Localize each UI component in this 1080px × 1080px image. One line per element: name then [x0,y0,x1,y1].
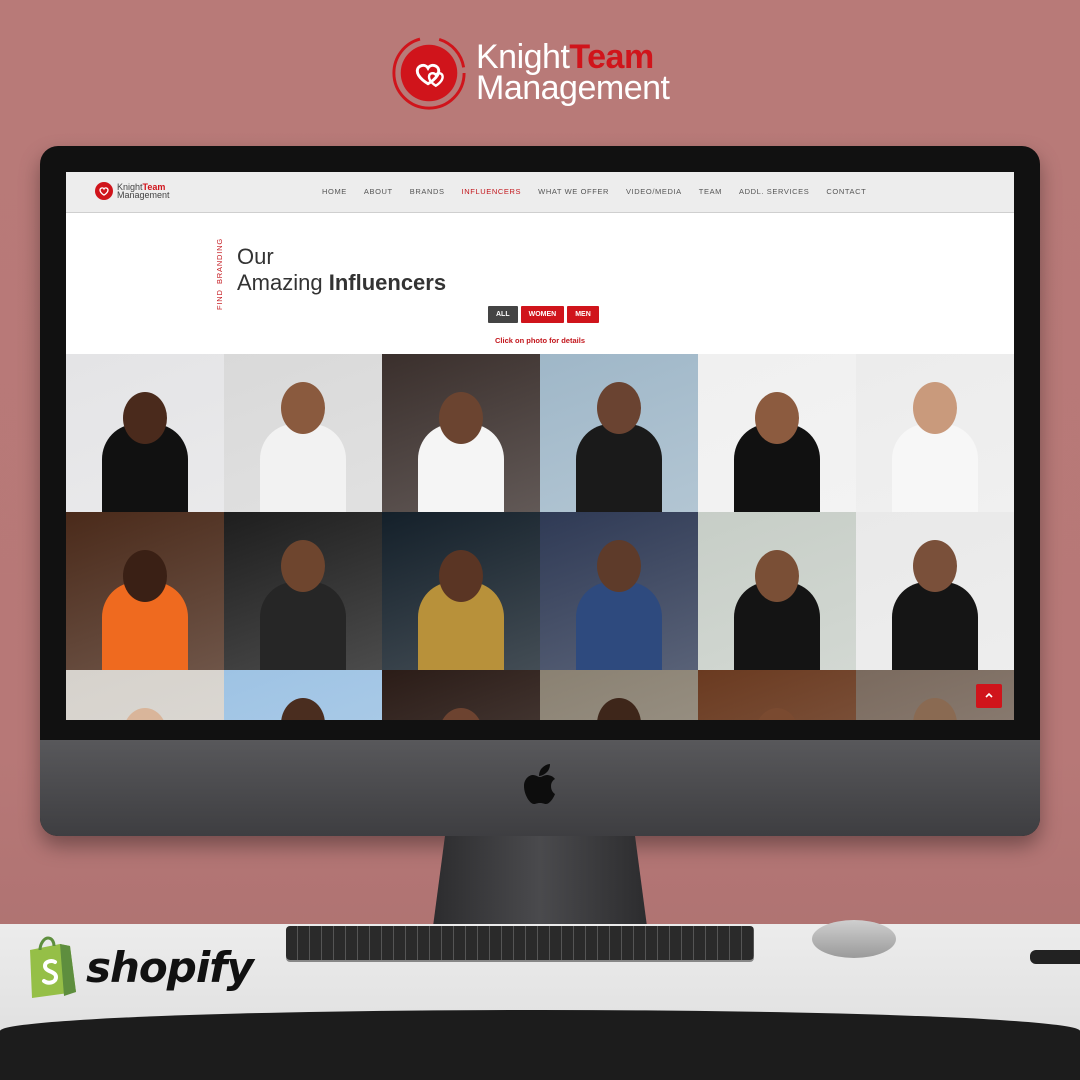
influencer-photo[interactable] [382,670,540,720]
nav-team[interactable]: TEAM [699,187,722,196]
brand-logo: KnightTeam Management [390,34,670,112]
influencer-photo[interactable] [856,354,1014,512]
nav-home[interactable]: HOME [322,187,347,196]
title-line-2-light: Amazing [237,270,323,295]
influencer-photo[interactable] [66,670,224,720]
side-tag: FIND BRANDING [215,238,227,310]
shopify-wordmark: shopify [86,942,254,992]
influencer-photo[interactable] [382,354,540,512]
influencer-head [123,708,167,720]
influencer-photo[interactable] [540,512,698,670]
heart-logo-icon [95,182,113,200]
side-tag-find: FIND [215,289,224,310]
influencer-figure [892,424,978,512]
filter-buttons: ALL WOMEN MEN [488,306,599,323]
page-title: Our Amazing Influencers [237,244,446,296]
website-screen: KnightTeam Management HOME ABOUT BRANDS … [66,172,1014,720]
back-to-top-button[interactable] [976,684,1002,708]
influencer-head [439,392,483,444]
nav-addl-services[interactable]: ADDL. SERVICES [739,187,809,196]
monitor-stand [432,836,648,934]
influencer-head [281,698,325,720]
influencer-head [755,392,799,444]
nav-influencers[interactable]: INFLUENCERS [462,187,522,196]
influencer-head [281,382,325,434]
influencer-head [755,550,799,602]
influencer-head [913,382,957,434]
shopify-bag-icon [30,936,76,998]
influencer-photo[interactable] [66,354,224,512]
influencer-photo[interactable] [698,512,856,670]
phone [1030,950,1080,964]
heart-logo-icon [392,36,466,110]
influencer-head [597,382,641,434]
filter-men-button[interactable]: MEN [567,306,599,323]
site-logo[interactable]: KnightTeam Management [94,181,170,201]
influencer-photo[interactable] [66,512,224,670]
influencer-photo[interactable] [540,670,698,720]
filter-women-button[interactable]: WOMEN [520,306,565,323]
brand-management: Management [476,69,670,107]
influencer-head [913,540,957,592]
influencer-photo[interactable] [224,670,382,720]
influencer-figure [260,424,346,512]
filter-all-button[interactable]: ALL [488,306,518,323]
nav-video-media[interactable]: VIDEO/MEDIA [626,187,682,196]
influencer-head [755,708,799,720]
nav-what-we-offer[interactable]: WHAT WE OFFER [538,187,609,196]
influencer-photo[interactable] [698,354,856,512]
influencer-photo[interactable] [698,670,856,720]
influencer-head [439,550,483,602]
mouse [812,920,896,958]
influencer-head [597,540,641,592]
influencer-head [913,698,957,720]
chevron-up-icon [985,692,993,698]
title-line-2-bold: Influencers [328,270,447,295]
influencer-head [597,698,641,720]
apple-logo-icon [524,764,555,804]
influencer-figure [260,582,346,670]
influencer-head [439,708,483,720]
influencer-photo[interactable] [540,354,698,512]
influencer-photo[interactable] [224,354,382,512]
influencer-photo[interactable] [856,512,1014,670]
nav-contact[interactable]: CONTACT [826,187,866,196]
influencer-figure [576,582,662,670]
influencer-head [123,392,167,444]
nav-about[interactable]: ABOUT [364,187,393,196]
influencer-figure [892,582,978,670]
site-navbar: KnightTeam Management HOME ABOUT BRANDS … [66,172,1014,213]
influencer-photo[interactable] [382,512,540,670]
nav-links: HOME ABOUT BRANDS INFLUENCERS WHAT WE OF… [322,187,866,196]
site-logo-management: Management [117,190,170,200]
influencer-figure [576,424,662,512]
influencer-head [123,550,167,602]
influencer-photo[interactable] [224,512,382,670]
nav-brands[interactable]: BRANDS [410,187,445,196]
side-tag-branding: BRANDING [215,238,224,284]
brand-wordmark: KnightTeam Management [476,40,670,107]
site-logo-text: KnightTeam Management [117,183,170,200]
keyboard [286,926,754,960]
photo-hint: Click on photo for details [494,336,585,345]
shopify-logo: shopify [22,936,254,998]
title-line-1: Our [237,244,274,269]
influencer-head [281,540,325,592]
influencer-grid [66,354,1014,720]
chair-back [0,1010,1080,1080]
